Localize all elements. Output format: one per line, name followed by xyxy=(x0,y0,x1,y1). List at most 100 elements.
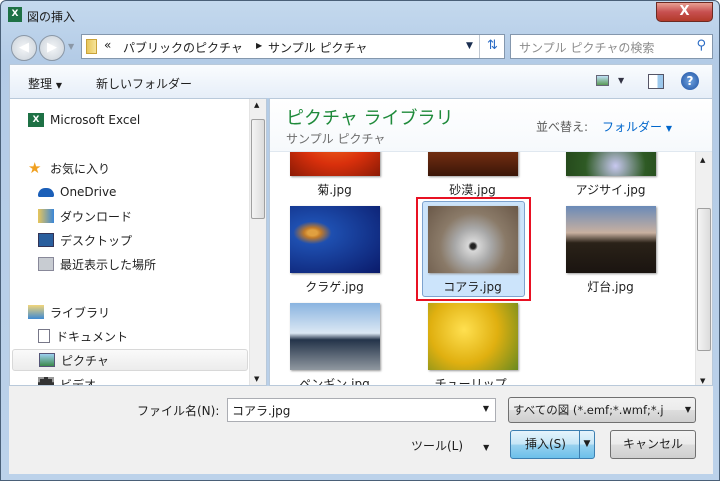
nav-label: ビデオ xyxy=(60,377,97,386)
close-button[interactable]: X xyxy=(656,2,713,22)
file-name: 菊.jpg xyxy=(317,183,352,197)
insert-options-dropdown[interactable]: ▼ xyxy=(579,431,594,458)
scroll-up-icon[interactable]: ▲ xyxy=(254,101,259,109)
library-folder-icon xyxy=(28,305,44,319)
video-icon xyxy=(38,377,54,385)
document-icon xyxy=(38,329,50,343)
scroll-down-icon[interactable]: ▼ xyxy=(700,377,705,385)
scroll-up-icon[interactable]: ▲ xyxy=(700,156,705,164)
desktop-icon xyxy=(38,233,54,247)
nav-label: お気に入り xyxy=(50,161,111,176)
file-name: 灯台.jpg xyxy=(587,280,634,294)
preview-pane-icon[interactable] xyxy=(648,74,664,89)
scroll-down-icon[interactable]: ▼ xyxy=(254,375,259,383)
recent-pages-chevron-icon[interactable]: ▼ xyxy=(68,42,74,51)
change-view-icon[interactable] xyxy=(596,75,609,86)
new-folder-button[interactable]: 新しいフォルダー xyxy=(96,75,192,92)
file-list-scrollbar[interactable]: ▲ ▼ xyxy=(695,152,712,385)
thumbnail-jellyfish xyxy=(289,206,380,273)
nav-favorites[interactable]: ★ お気に入り xyxy=(28,157,266,179)
file-name: アジサイ.jpg xyxy=(575,183,646,197)
file-list-pane: ピクチャ ライブラリ サンプル ピクチャ 並べ替え: フォルダー ▼ 菊.jpg… xyxy=(269,98,713,386)
nav-label: Microsoft Excel xyxy=(50,113,141,127)
nav-item-downloads[interactable]: ダウンロード xyxy=(38,205,266,227)
nav-label: デスクトップ xyxy=(60,233,133,248)
toolbar: 整理 ▼ 新しいフォルダー ▼ ? xyxy=(9,64,713,98)
file-name: チューリップ. xyxy=(434,377,511,386)
dialog-title: 図の挿入 xyxy=(27,10,76,24)
thumbnail-desert xyxy=(427,152,518,176)
filename-value: コアラ.jpg xyxy=(232,404,291,418)
downloads-icon xyxy=(38,209,54,223)
insert-button[interactable]: 挿入(S) ▼ xyxy=(510,430,595,459)
file-item[interactable]: 灯台.jpg xyxy=(559,206,662,295)
file-type-filter[interactable]: すべての図 (*.emf;*.wmf;*.j ▼ xyxy=(508,397,696,423)
nav-item-documents[interactable]: ドキュメント xyxy=(38,325,266,347)
file-name: 砂漠.jpg xyxy=(449,183,496,197)
file-item[interactable]: 菊.jpg xyxy=(283,152,386,198)
file-item[interactable]: チューリップ. xyxy=(421,303,524,386)
onedrive-icon xyxy=(38,187,54,197)
view-dropdown-icon[interactable]: ▼ xyxy=(618,76,624,85)
dialog-footer: ファイル名(N): コアラ.jpg ▼ すべての図 (*.emf;*.wmf;*… xyxy=(9,386,713,474)
cancel-button[interactable]: キャンセル xyxy=(610,430,696,459)
nav-libraries[interactable]: ライブラリ xyxy=(28,301,266,323)
nav-item-onedrive[interactable]: OneDrive xyxy=(38,181,266,203)
thumbnail-chrysanthemum xyxy=(289,152,380,176)
refresh-icon[interactable]: ⇅ xyxy=(479,35,505,58)
nav-label: ライブラリ xyxy=(50,305,111,320)
library-subtitle: サンプル ピクチャ xyxy=(286,132,386,146)
scroll-thumb[interactable] xyxy=(697,208,711,351)
excel-icon: X xyxy=(28,113,44,127)
breadcrumb-sample-pictures[interactable]: サンプル ピクチャ xyxy=(268,39,367,56)
filename-dropdown-icon[interactable]: ▼ xyxy=(483,404,489,413)
breadcrumb-public-pictures[interactable]: パブリックのピクチャ xyxy=(123,39,243,56)
nav-item-videos[interactable]: ビデオ xyxy=(38,373,266,386)
file-item[interactable]: アジサイ.jpg xyxy=(559,152,662,198)
nav-item-pictures[interactable]: ピクチャ xyxy=(12,349,248,371)
file-item[interactable]: クラゲ.jpg xyxy=(283,206,386,295)
nav-label: ダウンロード xyxy=(60,209,133,224)
file-item[interactable]: ペンギン.jpg xyxy=(283,303,386,386)
nav-label: 最近表示した場所 xyxy=(60,257,157,272)
nav-label: ドキュメント xyxy=(56,329,129,344)
breadcrumb-separator-icon[interactable]: ▶ xyxy=(256,41,262,50)
file-name: ペンギン.jpg xyxy=(299,377,370,386)
thumbnail-grid: 菊.jpg 砂漠.jpg アジサイ.jpg クラゲ.jpg コアラ.jpg 灯台… xyxy=(270,152,696,386)
breadcrumb-overflow[interactable]: « xyxy=(104,38,111,52)
search-input[interactable]: サンプル ピクチャの検索 ⚲ xyxy=(510,34,713,59)
file-name: コアラ.jpg xyxy=(443,280,502,294)
help-icon[interactable]: ? xyxy=(681,72,699,90)
recent-places-icon xyxy=(38,257,54,271)
organize-button[interactable]: 整理 ▼ xyxy=(28,75,62,92)
nav-label: OneDrive xyxy=(60,185,117,199)
thumbnail-hydrangea xyxy=(565,152,656,176)
scroll-thumb[interactable] xyxy=(251,119,265,219)
file-item-selected[interactable]: コアラ.jpg xyxy=(421,206,524,295)
forward-button[interactable]: ▶ xyxy=(39,35,65,61)
search-icon[interactable]: ⚲ xyxy=(696,38,706,53)
nav-label: ピクチャ xyxy=(61,353,109,368)
address-bar[interactable]: « パブリックのピクチャ ▶ サンプル ピクチャ ▼ ⇅ xyxy=(81,34,505,59)
pictures-icon xyxy=(39,353,55,367)
back-button[interactable]: ◀ xyxy=(11,35,37,61)
insert-picture-dialog: X 図の挿入 X ◀ ▶ ▼ « パブリックのピクチャ ▶ サンプル ピクチャ … xyxy=(0,0,720,481)
sort-dropdown[interactable]: フォルダー ▼ xyxy=(602,118,672,135)
filename-input[interactable]: コアラ.jpg ▼ xyxy=(227,398,496,422)
nav-item-desktop[interactable]: デスクトップ xyxy=(38,229,266,251)
thumbnail-penguins xyxy=(289,303,380,370)
nav-item-excel[interactable]: X Microsoft Excel xyxy=(28,109,266,131)
nav-item-recent-places[interactable]: 最近表示した場所 xyxy=(38,253,266,275)
folder-icon xyxy=(86,39,97,54)
navigation-pane: X Microsoft Excel ★ お気に入り OneDrive ダウンロード … xyxy=(9,98,267,386)
file-item[interactable]: 砂漠.jpg xyxy=(421,152,524,198)
filename-label: ファイル名(N): xyxy=(137,404,220,418)
excel-icon: X xyxy=(8,7,22,22)
file-name: クラゲ.jpg xyxy=(305,280,364,294)
nav-scrollbar[interactable]: ▲ ▼ xyxy=(249,99,266,385)
address-dropdown-icon[interactable]: ▼ xyxy=(466,41,473,51)
thumbnail-koala xyxy=(427,206,518,273)
library-header: ピクチャ ライブラリ サンプル ピクチャ 並べ替え: フォルダー ▼ xyxy=(270,99,712,152)
thumbnail-tulips xyxy=(427,303,518,370)
tools-menu[interactable]: ツール(L) ▼ xyxy=(411,437,489,454)
